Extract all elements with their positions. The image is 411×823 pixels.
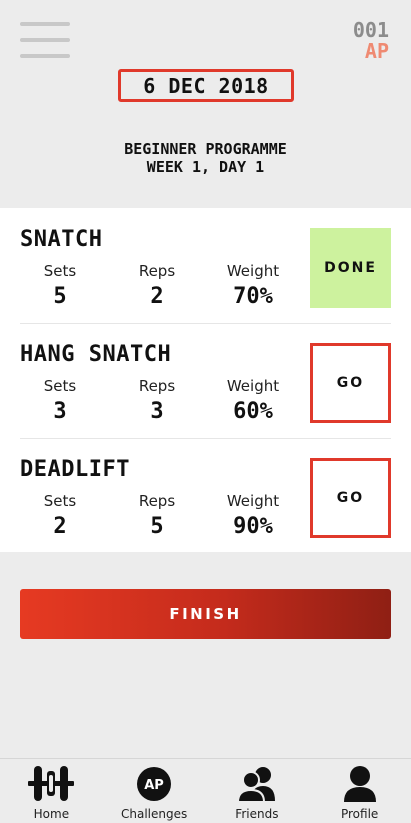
programme-title: BEGINNER PROGRAMME WEEK 1, DAY 1 [0, 140, 411, 176]
reps-stat: Reps 5 [112, 492, 202, 539]
barbell-icon [28, 766, 75, 801]
reps-label: Reps [138, 377, 176, 395]
sets-stat: Sets 3 [15, 377, 105, 424]
nav-label-home: Home [33, 807, 70, 821]
weight-label: Weight [226, 377, 280, 395]
sets-stat: Sets 2 [15, 492, 105, 539]
reps-label: Reps [138, 262, 176, 280]
menu-line [20, 38, 70, 42]
reps-value: 2 [150, 284, 164, 309]
nav-item-friends[interactable]: Friends [206, 759, 309, 823]
nav-label-profile: Profile [340, 807, 379, 821]
profile-icon [343, 766, 376, 802]
weight-value: 60% [233, 399, 273, 424]
weight-value: 70% [233, 284, 273, 309]
reps-value: 5 [150, 514, 164, 539]
weight-label: Weight [226, 492, 280, 510]
reps-label: Reps [138, 492, 176, 510]
weight-value: 90% [233, 514, 273, 539]
menu-button[interactable] [20, 22, 70, 58]
exercise-name: SNATCH [20, 227, 103, 252]
programme-name: BEGINNER PROGRAMME [124, 140, 287, 158]
exercise-row: HANG SNATCH Sets 3 Reps 3 Weight 60% GO [0, 323, 411, 438]
finish-button[interactable]: FINISH [20, 589, 391, 639]
weight-stat: Weight 90% [208, 492, 298, 539]
go-button[interactable]: GO [310, 458, 391, 538]
reps-value: 3 [150, 399, 164, 424]
exercise-name: DEADLIFT [20, 457, 130, 482]
programme-week-day: WEEK 1, DAY 1 [146, 158, 265, 176]
logo-letters: AP [364, 39, 389, 63]
exercise-list: SNATCH Sets 5 Reps 2 Weight 70% DONE HAN… [0, 208, 411, 552]
sets-label: Sets [43, 262, 77, 280]
hamburger-menu-icon [20, 22, 70, 26]
reps-stat: Reps 3 [112, 377, 202, 424]
sets-value: 3 [53, 399, 67, 424]
nav-item-profile[interactable]: Profile [308, 759, 411, 823]
nav-item-challenges[interactable]: AP Challenges [103, 759, 206, 823]
svg-text:AP: AP [144, 778, 164, 793]
exercise-row: DEADLIFT Sets 2 Reps 5 Weight 90% GO [0, 438, 411, 553]
weight-stat: Weight 60% [208, 377, 298, 424]
menu-line [20, 54, 70, 58]
go-button[interactable]: GO [310, 343, 391, 423]
logo-number: 001 [352, 18, 389, 42]
session-date[interactable]: 6 DEC 2018 [118, 69, 294, 102]
reps-stat: Reps 2 [112, 262, 202, 309]
sets-value: 5 [53, 284, 67, 309]
ap-badge-icon: AP [137, 767, 172, 801]
nav-label-friends: Friends [235, 807, 279, 821]
sets-label: Sets [43, 492, 77, 510]
done-button[interactable]: DONE [310, 228, 391, 308]
nav-item-home[interactable]: Home [0, 759, 103, 823]
app-logo: 001 AP [353, 20, 389, 62]
sets-stat: Sets 5 [15, 262, 105, 309]
nav-label-challenges: Challenges [121, 807, 188, 821]
exercise-row: SNATCH Sets 5 Reps 2 Weight 70% DONE [0, 208, 411, 323]
bottom-nav: Home AP Challenges Friends Profile [0, 758, 411, 823]
weight-label: Weight [226, 262, 280, 280]
weight-stat: Weight 70% [208, 262, 298, 309]
exercise-name: HANG SNATCH [20, 342, 172, 367]
friends-icon [236, 767, 275, 803]
sets-value: 2 [53, 514, 67, 539]
sets-label: Sets [43, 377, 77, 395]
